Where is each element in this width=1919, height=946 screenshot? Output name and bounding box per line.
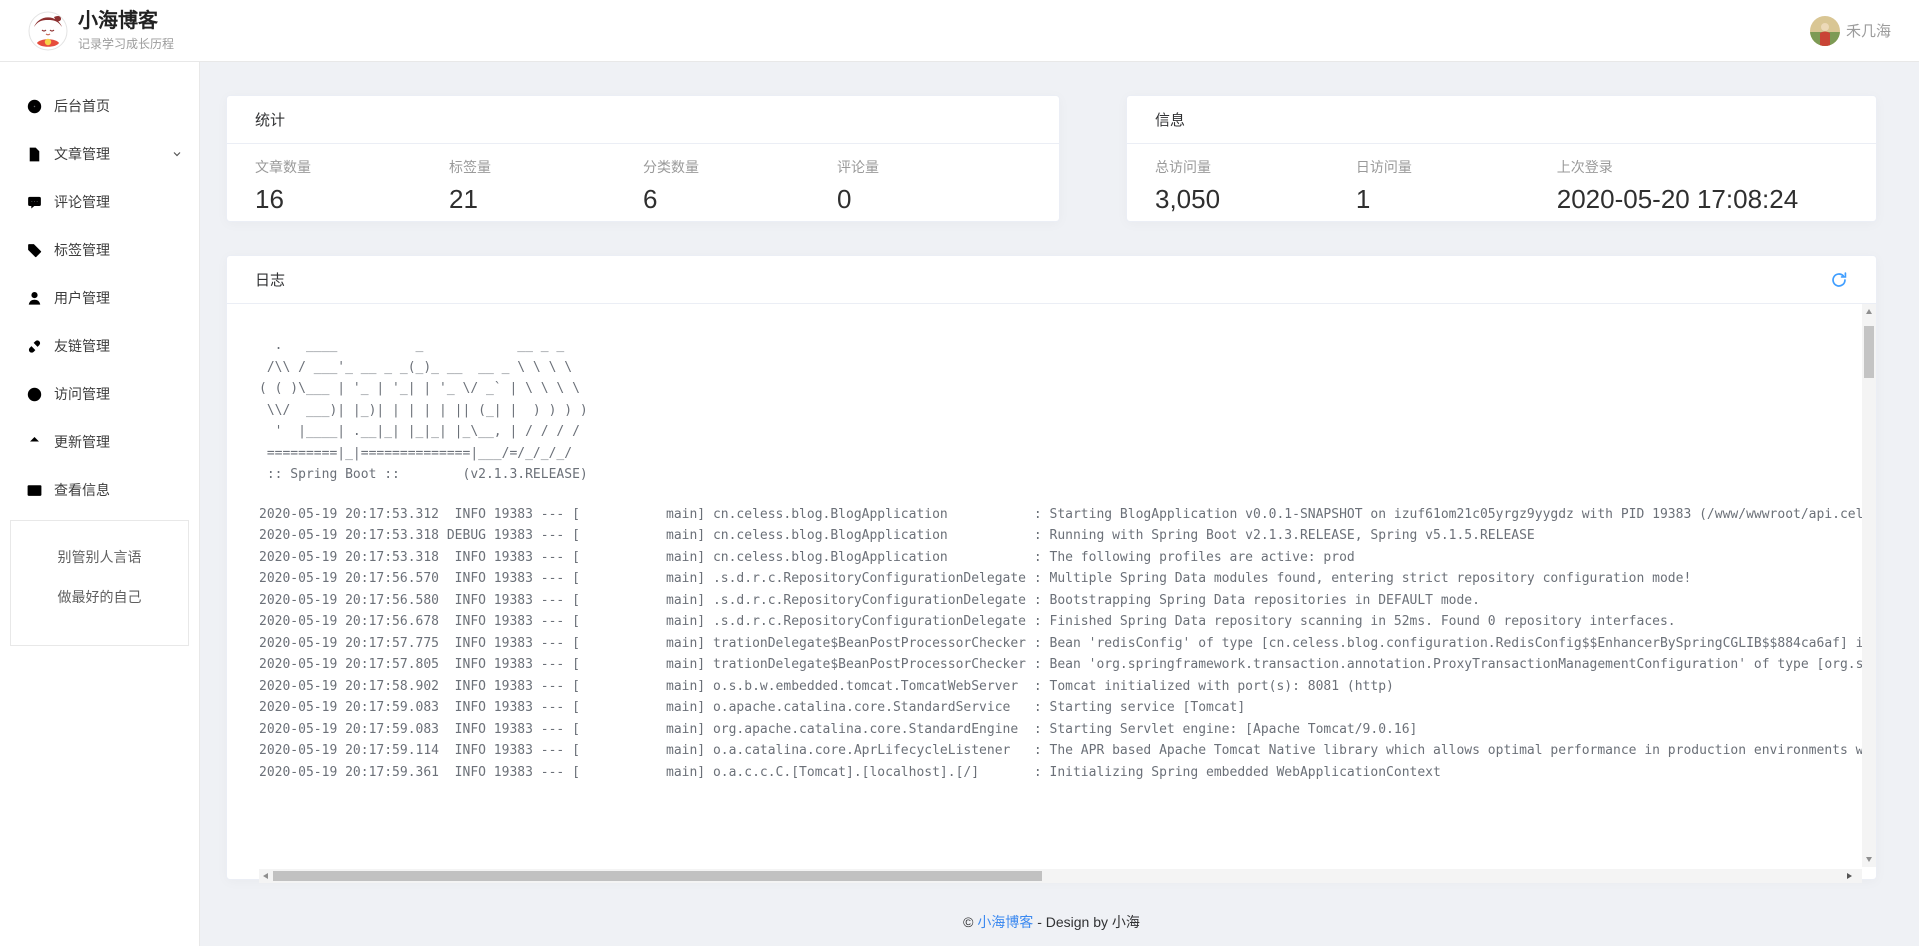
stat-tags: 标签量 21: [449, 157, 643, 215]
username[interactable]: 禾几海: [1846, 20, 1891, 41]
sidebar-item-users[interactable]: 用户管理: [0, 274, 199, 322]
sidebar: 后台首页 文章管理 评论管理 标签管理 用户管理: [0, 62, 200, 946]
comment-icon: [26, 194, 43, 211]
user-icon: [26, 290, 43, 307]
horizontal-scroll-thumb[interactable]: [273, 871, 1042, 881]
sidebar-item-comments[interactable]: 评论管理: [0, 178, 199, 226]
user-avatar[interactable]: [1810, 16, 1840, 46]
footer: © 小海博客 - Design by 小海: [226, 880, 1877, 932]
sidebar-item-label: 后台首页: [54, 96, 183, 116]
footer-suffix: - Design by 小海: [1033, 914, 1140, 930]
sidebar-item-links[interactable]: 友链管理: [0, 322, 199, 370]
sidebar-item-dashboard[interactable]: 后台首页: [0, 82, 199, 130]
sidebar-quote: 别管别人言语 做最好的自己: [10, 520, 189, 646]
sidebar-item-updates[interactable]: 更新管理: [0, 418, 199, 466]
sidebar-item-tags[interactable]: 标签管理: [0, 226, 199, 274]
info-card: 信息 总访问量 3,050 日访问量 1 上次登录 2020-05-20 17:…: [1126, 95, 1877, 222]
sidebar-item-label: 访问管理: [54, 384, 183, 404]
stat-comments: 评论量 0: [837, 157, 1031, 215]
scroll-down-arrow[interactable]: [1866, 857, 1872, 862]
stat-articles: 文章数量 16: [255, 157, 449, 215]
horizontal-scrollbar[interactable]: [259, 869, 1862, 883]
scroll-right-arrow[interactable]: [1847, 873, 1852, 879]
scroll-up-arrow[interactable]: [1866, 309, 1872, 314]
chevron-down-icon[interactable]: [171, 148, 183, 160]
top-header: 小海博客 记录学习成长历程 禾几海: [0, 0, 1919, 62]
stats-card: 统计 文章数量 16 标签量 21 分类数量 6 评论量 0: [226, 95, 1060, 222]
compass-icon: [26, 386, 43, 403]
stat-daily-visits: 日访问量 1: [1356, 157, 1557, 215]
sidebar-item-label: 友链管理: [54, 336, 183, 356]
sidebar-item-articles[interactable]: 文章管理: [0, 130, 199, 178]
quote-line-2: 做最好的自己: [17, 587, 182, 607]
log-viewport[interactable]: . ____ _ __ _ _ /\\ / ___'_ __ _ _(_)_ _…: [227, 304, 1862, 867]
main-content: 统计 文章数量 16 标签量 21 分类数量 6 评论量 0: [200, 62, 1919, 946]
log-lines: 2020-05-19 20:17:53.312 INFO 19383 --- […: [259, 504, 1862, 784]
sidebar-item-label: 用户管理: [54, 288, 183, 308]
brand: 小海博客 记录学习成长历程: [28, 9, 174, 52]
stat-last-login: 上次登录 2020-05-20 17:08:24: [1557, 157, 1848, 215]
footer-prefix: ©: [963, 914, 977, 930]
sidebar-item-label: 文章管理: [54, 144, 171, 164]
dashboard-icon: [26, 98, 43, 115]
log-card: 日志 . ____ _ __ _ _ /\\ / ___'_ __ _ _(_)…: [226, 255, 1877, 880]
app-subtitle: 记录学习成长历程: [78, 35, 174, 52]
scroll-left-arrow[interactable]: [263, 873, 268, 879]
sidebar-item-view-info[interactable]: 查看信息: [0, 466, 199, 514]
arrow-up-icon: [26, 434, 43, 451]
sidebar-item-label: 更新管理: [54, 432, 183, 452]
blog-logo: [28, 11, 68, 51]
info-card-title: 信息: [1155, 109, 1185, 130]
stats-card-title: 统计: [255, 109, 285, 130]
sidebar-item-visits[interactable]: 访问管理: [0, 370, 199, 418]
log-card-title: 日志: [255, 269, 285, 290]
sidebar-item-label: 评论管理: [54, 192, 183, 212]
vertical-scrollbar[interactable]: [1862, 304, 1876, 867]
refresh-icon[interactable]: [1830, 271, 1848, 289]
user-menu[interactable]: 禾几海: [1810, 16, 1891, 46]
stat-total-visits: 总访问量 3,050: [1155, 157, 1356, 215]
sidebar-item-label: 查看信息: [54, 480, 183, 500]
footer-blog-link[interactable]: 小海博客: [977, 914, 1033, 930]
quote-line-1: 别管别人言语: [17, 547, 182, 567]
document-icon: [26, 146, 43, 163]
stat-categories: 分类数量 6: [643, 157, 837, 215]
link-icon: [26, 338, 43, 355]
id-card-icon: [26, 482, 43, 499]
app-title: 小海博客: [78, 9, 174, 33]
sidebar-item-label: 标签管理: [54, 240, 183, 260]
spring-boot-banner: . ____ _ __ _ _ /\\ / ___'_ __ _ _(_)_ _…: [259, 335, 1862, 486]
vertical-scroll-thumb[interactable]: [1864, 326, 1874, 378]
tag-icon: [26, 242, 43, 259]
